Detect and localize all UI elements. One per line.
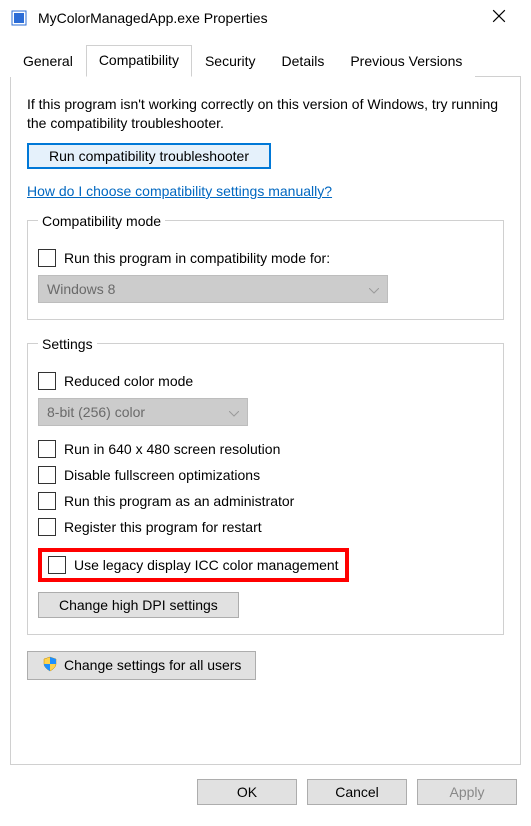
compat-legend: Compatibility mode bbox=[38, 213, 165, 229]
compat-mode-select[interactable]: Windows 8 bbox=[38, 275, 388, 303]
cancel-button[interactable]: Cancel bbox=[307, 779, 407, 805]
apply-button[interactable]: Apply bbox=[417, 779, 517, 805]
tab-content: If this program isn't working correctly … bbox=[10, 77, 521, 765]
run-admin-checkbox[interactable] bbox=[38, 492, 56, 510]
intro-text: If this program isn't working correctly … bbox=[27, 95, 504, 133]
tab-security[interactable]: Security bbox=[192, 46, 269, 77]
disable-fullscreen-label: Disable fullscreen optimizations bbox=[64, 467, 260, 483]
shield-icon bbox=[42, 656, 58, 675]
ok-button[interactable]: OK bbox=[197, 779, 297, 805]
run-640-checkbox[interactable] bbox=[38, 440, 56, 458]
compatibility-mode-group: Compatibility mode Run this program in c… bbox=[27, 213, 504, 320]
run-admin-label: Run this program as an administrator bbox=[64, 493, 294, 509]
register-restart-label: Register this program for restart bbox=[64, 519, 262, 535]
compat-mode-selected: Windows 8 bbox=[47, 281, 115, 297]
disable-fullscreen-checkbox[interactable] bbox=[38, 466, 56, 484]
tab-compatibility[interactable]: Compatibility bbox=[86, 45, 192, 77]
tab-strip: General Compatibility Security Details P… bbox=[10, 44, 521, 77]
chevron-down-icon bbox=[229, 404, 239, 420]
color-depth-select[interactable]: 8-bit (256) color bbox=[38, 398, 248, 426]
dialog-buttons: OK Cancel Apply bbox=[0, 765, 531, 805]
compat-mode-checkbox[interactable] bbox=[38, 249, 56, 267]
change-all-users-label: Change settings for all users bbox=[64, 657, 241, 673]
tab-details[interactable]: Details bbox=[269, 46, 338, 77]
legacy-icc-checkbox[interactable] bbox=[48, 556, 66, 574]
legacy-icc-label: Use legacy display ICC color management bbox=[74, 557, 339, 573]
reduced-color-label: Reduced color mode bbox=[64, 373, 193, 389]
help-link[interactable]: How do I choose compatibility settings m… bbox=[27, 183, 332, 199]
run-troubleshooter-button[interactable]: Run compatibility troubleshooter bbox=[27, 143, 271, 169]
register-restart-checkbox[interactable] bbox=[38, 518, 56, 536]
chevron-down-icon bbox=[369, 281, 379, 297]
settings-legend: Settings bbox=[38, 336, 97, 352]
change-all-users-button[interactable]: Change settings for all users bbox=[27, 651, 256, 680]
color-depth-selected: 8-bit (256) color bbox=[47, 404, 145, 420]
close-button[interactable] bbox=[477, 9, 521, 28]
compat-mode-label: Run this program in compatibility mode f… bbox=[64, 250, 330, 266]
run-640-label: Run in 640 x 480 screen resolution bbox=[64, 441, 280, 457]
change-dpi-button[interactable]: Change high DPI settings bbox=[38, 592, 239, 618]
tab-previous-versions[interactable]: Previous Versions bbox=[337, 46, 475, 77]
window-title: MyColorManagedApp.exe Properties bbox=[38, 10, 477, 26]
tab-general[interactable]: General bbox=[10, 46, 86, 77]
highlighted-setting: Use legacy display ICC color management bbox=[38, 548, 349, 582]
settings-group: Settings Reduced color mode 8-bit (256) … bbox=[27, 336, 504, 635]
app-icon bbox=[10, 9, 28, 27]
reduced-color-checkbox[interactable] bbox=[38, 372, 56, 390]
